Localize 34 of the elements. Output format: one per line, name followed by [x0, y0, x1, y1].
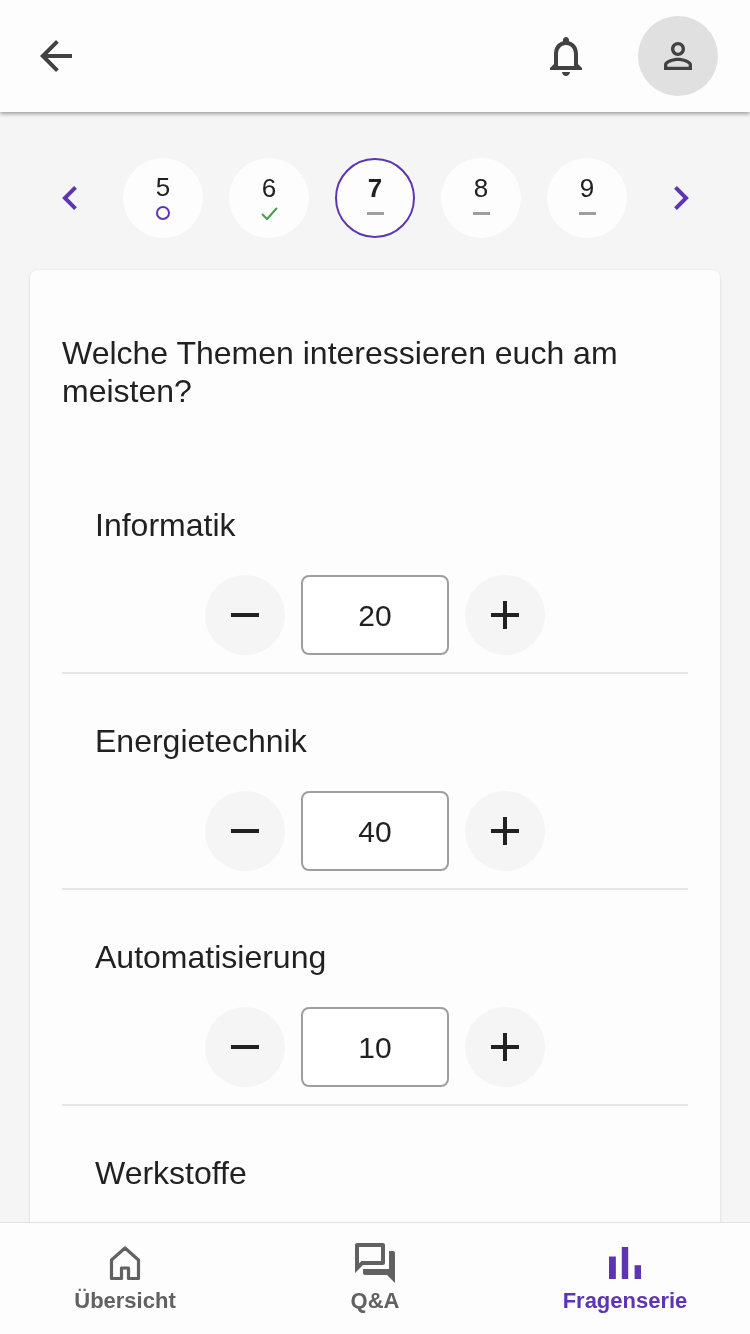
nav-tab[interactable]: Übersicht [0, 1223, 250, 1334]
minus-icon [231, 1045, 259, 1049]
plus-icon [491, 817, 519, 845]
nav-tab[interactable]: Q&A [250, 1223, 500, 1334]
home-icon [109, 1245, 141, 1281]
topic-label: Informatik [94, 506, 237, 544]
dash-icon [578, 212, 596, 215]
nav-tab[interactable]: Fragenserie [500, 1223, 750, 1334]
chevron-right-icon [673, 186, 689, 210]
page-button[interactable]: 9 [547, 158, 627, 238]
checkmark-icon [260, 206, 278, 220]
dash-icon [472, 212, 490, 215]
topic-label: Energietechnik [94, 722, 308, 760]
question-text: Welche Themen interessieren euch am meisten? [62, 334, 619, 410]
number-input[interactable]: 10 [301, 1007, 449, 1087]
topic-label: Automatisierung [94, 938, 328, 976]
plus-icon [491, 601, 519, 629]
number-input[interactable]: 20 [301, 575, 449, 655]
chat-bubbles-icon [355, 1243, 395, 1283]
page-button[interactable]: 7 [335, 158, 415, 238]
plus-icon [491, 1033, 519, 1061]
minus-icon [231, 613, 259, 617]
minus-icon [231, 829, 259, 833]
dash-icon [366, 212, 384, 215]
chevron-left-icon [61, 186, 77, 210]
person-icon [664, 42, 692, 70]
back-arrow-icon [40, 40, 72, 72]
topic-label: Werkstoffe [94, 1154, 248, 1192]
bar-chart-icon [609, 1247, 641, 1279]
bell-icon [550, 36, 582, 76]
page-button[interactable]: 8 [441, 158, 521, 238]
page-button[interactable]: 6 [229, 158, 309, 238]
page-button[interactable]: 5 [123, 158, 203, 238]
number-input[interactable]: 40 [301, 791, 449, 871]
